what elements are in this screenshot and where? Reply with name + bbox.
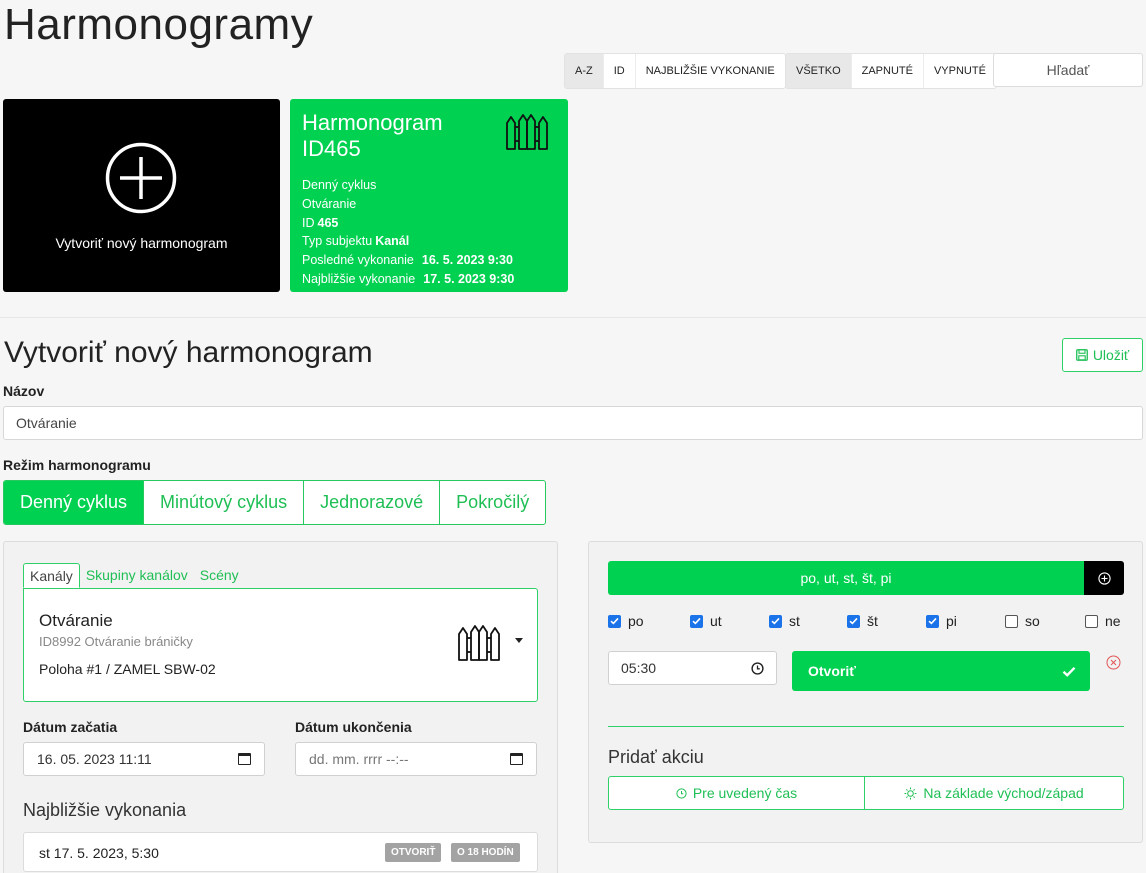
start-date-value: 16. 05. 2023 11:11 [37, 751, 152, 767]
search-input[interactable] [993, 53, 1143, 87]
action-panel: po, ut, st, št, pi po ut st št pi so ne 05:30 … [588, 541, 1143, 843]
day-checkbox-so[interactable]: so [1005, 613, 1040, 629]
name-label: Názov [3, 383, 45, 399]
add-sun-action-label: Na základe východ/západ [923, 785, 1084, 801]
end-date-label: Dátum ukončenia [295, 719, 412, 735]
page-title: Harmonogramy [4, 0, 314, 49]
schedule-card-next: Najbližšie vykonanie 17. 5. 2023 9:30 [302, 271, 515, 286]
day-checkbox-ne[interactable]: ne [1085, 613, 1121, 629]
add-time-action-button[interactable]: Pre uvedený čas [608, 776, 865, 810]
sun-icon [904, 787, 917, 799]
day-label: ne [1105, 613, 1121, 629]
tab-channels[interactable]: Kanály [23, 563, 80, 588]
calendar-icon[interactable] [510, 753, 523, 765]
day-label: st [789, 613, 800, 629]
day-label: so [1025, 613, 1040, 629]
tab-scenes[interactable]: Scény [194, 563, 245, 588]
action-divider [608, 726, 1124, 727]
filter-button-group: VŠETKO ZAPNUTÉ VYPNUTÉ [785, 53, 997, 89]
add-time-action-label: Pre uvedený čas [692, 785, 798, 801]
filter-all-button[interactable]: VŠETKO [786, 54, 852, 88]
save-label: Uložiť [1092, 347, 1130, 363]
mode-minute-button[interactable]: Minútový cyklus [144, 481, 305, 524]
sort-next-execution-button[interactable]: NAJBLIŽŠIE VYKONANIE [636, 54, 785, 88]
mode-daily-button[interactable]: Denný cyklus [4, 481, 145, 524]
next-execution-text: st 17. 5. 2023, 5:30 [39, 845, 159, 861]
start-date-label: Dátum začatia [23, 719, 118, 735]
section-divider [0, 317, 1146, 318]
start-date-input[interactable]: 16. 05. 2023 11:11 [23, 742, 265, 776]
check-icon [1062, 666, 1076, 677]
gate-icon [506, 114, 548, 150]
add-day-group-button[interactable] [1084, 561, 1124, 595]
plus-circle-icon [1097, 571, 1111, 585]
channel-subtitle: ID8992 Otváranie bráničky [39, 634, 193, 649]
schedule-card-id: ID 465 [302, 215, 339, 230]
checkbox-checked-icon[interactable] [690, 614, 703, 628]
remove-circle-icon[interactable] [1106, 655, 1121, 670]
day-label: pi [946, 613, 957, 629]
create-schedule-card[interactable]: Vytvoriť nový harmonogram [3, 99, 280, 292]
day-checkbox-št[interactable]: št [847, 613, 878, 629]
day-checkbox-st[interactable]: st [769, 613, 800, 629]
filter-disabled-button[interactable]: VYPNUTÉ [924, 54, 996, 88]
action-select[interactable]: Otvoriť [792, 651, 1090, 691]
gate-icon [458, 625, 500, 661]
schedule-card-subject: Typ subjektu Kanál [302, 234, 410, 249]
subject-tabs: Kanály Skupiny kanálov Scény [23, 563, 245, 588]
clock-icon [676, 787, 687, 799]
clock-icon[interactable] [751, 661, 764, 675]
create-schedule-label: Vytvoriť nový harmonogram [55, 235, 228, 251]
checkbox-unchecked-icon[interactable] [1085, 614, 1098, 628]
schedule-card-action: Otváranie [302, 196, 357, 211]
schedule-card-cycle: Denný cyklus [302, 178, 377, 192]
mode-once-button[interactable]: Jednorazové [304, 481, 441, 524]
end-date-input[interactable]: dd. mm. rrrr --:-- [295, 742, 537, 776]
checkbox-checked-icon[interactable] [847, 614, 860, 628]
next-execution-item: st 17. 5. 2023, 5:30 OTVORIŤ O 18 HODÍN [23, 832, 538, 872]
action-value: Otvoriť [808, 663, 856, 679]
floppy-icon [1075, 349, 1088, 361]
time-badge: O 18 HODÍN [451, 843, 520, 862]
next-executions-title: Najbližšie vykonania [23, 800, 187, 820]
time-value: 05:30 [621, 660, 657, 676]
add-action-title: Pridať akciu [608, 747, 704, 767]
filter-enabled-button[interactable]: ZAPNUTÉ [852, 54, 924, 88]
time-input[interactable]: 05:30 [608, 651, 777, 685]
schedule-card-last: Posledné vykonanie 16. 5. 2023 9:30 [302, 253, 513, 268]
checkbox-checked-icon[interactable] [608, 614, 621, 628]
subject-panel: Kanály Skupiny kanálov Scény Otváranie I… [3, 541, 558, 873]
checkbox-checked-icon[interactable] [769, 614, 782, 628]
mode-button-group: Denný cyklus Minútový cyklus Jednorazové… [3, 480, 547, 525]
checkbox-unchecked-icon[interactable] [1005, 614, 1018, 628]
calendar-icon[interactable] [238, 753, 251, 765]
day-label: ut [710, 613, 722, 629]
day-checkbox-pi[interactable]: pi [926, 613, 957, 629]
sort-id-button[interactable]: ID [604, 54, 636, 88]
mode-label: Režim harmonogramu [3, 457, 151, 473]
checkbox-checked-icon[interactable] [926, 614, 939, 628]
tab-channel-groups[interactable]: Skupiny kanálov [80, 563, 194, 588]
sort-button-group: A-Z ID NAJBLIŽŠIE VYKONANIE [564, 53, 786, 89]
sort-az-button[interactable]: A-Z [565, 54, 604, 88]
end-date-placeholder: dd. mm. rrrr --:-- [309, 751, 409, 767]
schedule-card[interactable]: Harmonogram ID465 Denný cyklus Otváranie… [290, 99, 568, 292]
days-summary-bar[interactable]: po, ut, st, št, pi [608, 561, 1084, 595]
day-label: št [867, 613, 878, 629]
chevron-down-icon[interactable] [515, 638, 523, 643]
day-label: po [628, 613, 644, 629]
day-checkbox-ut[interactable]: ut [690, 613, 722, 629]
name-input[interactable] [3, 406, 1143, 440]
channel-location: Poloha #1 / ZAMEL SBW-02 [39, 661, 216, 677]
mode-advanced-button[interactable]: Pokročilý [440, 481, 545, 524]
channel-name: Otváranie [39, 611, 113, 630]
channel-select[interactable]: Otváranie ID8992 Otváranie bráničky Polo… [23, 588, 538, 702]
save-button[interactable]: Uložiť [1062, 338, 1143, 372]
day-checkbox-po[interactable]: po [608, 613, 644, 629]
add-sun-action-button[interactable]: Na základe východ/západ [865, 776, 1124, 810]
plus-circle-icon [105, 142, 177, 214]
schedule-card-details: Denný cyklus Otváranie ID 465 Typ subjekt… [302, 176, 556, 289]
form-title: Vytvoriť nový harmonogram [4, 336, 373, 369]
action-badge: OTVORIŤ [385, 843, 442, 862]
